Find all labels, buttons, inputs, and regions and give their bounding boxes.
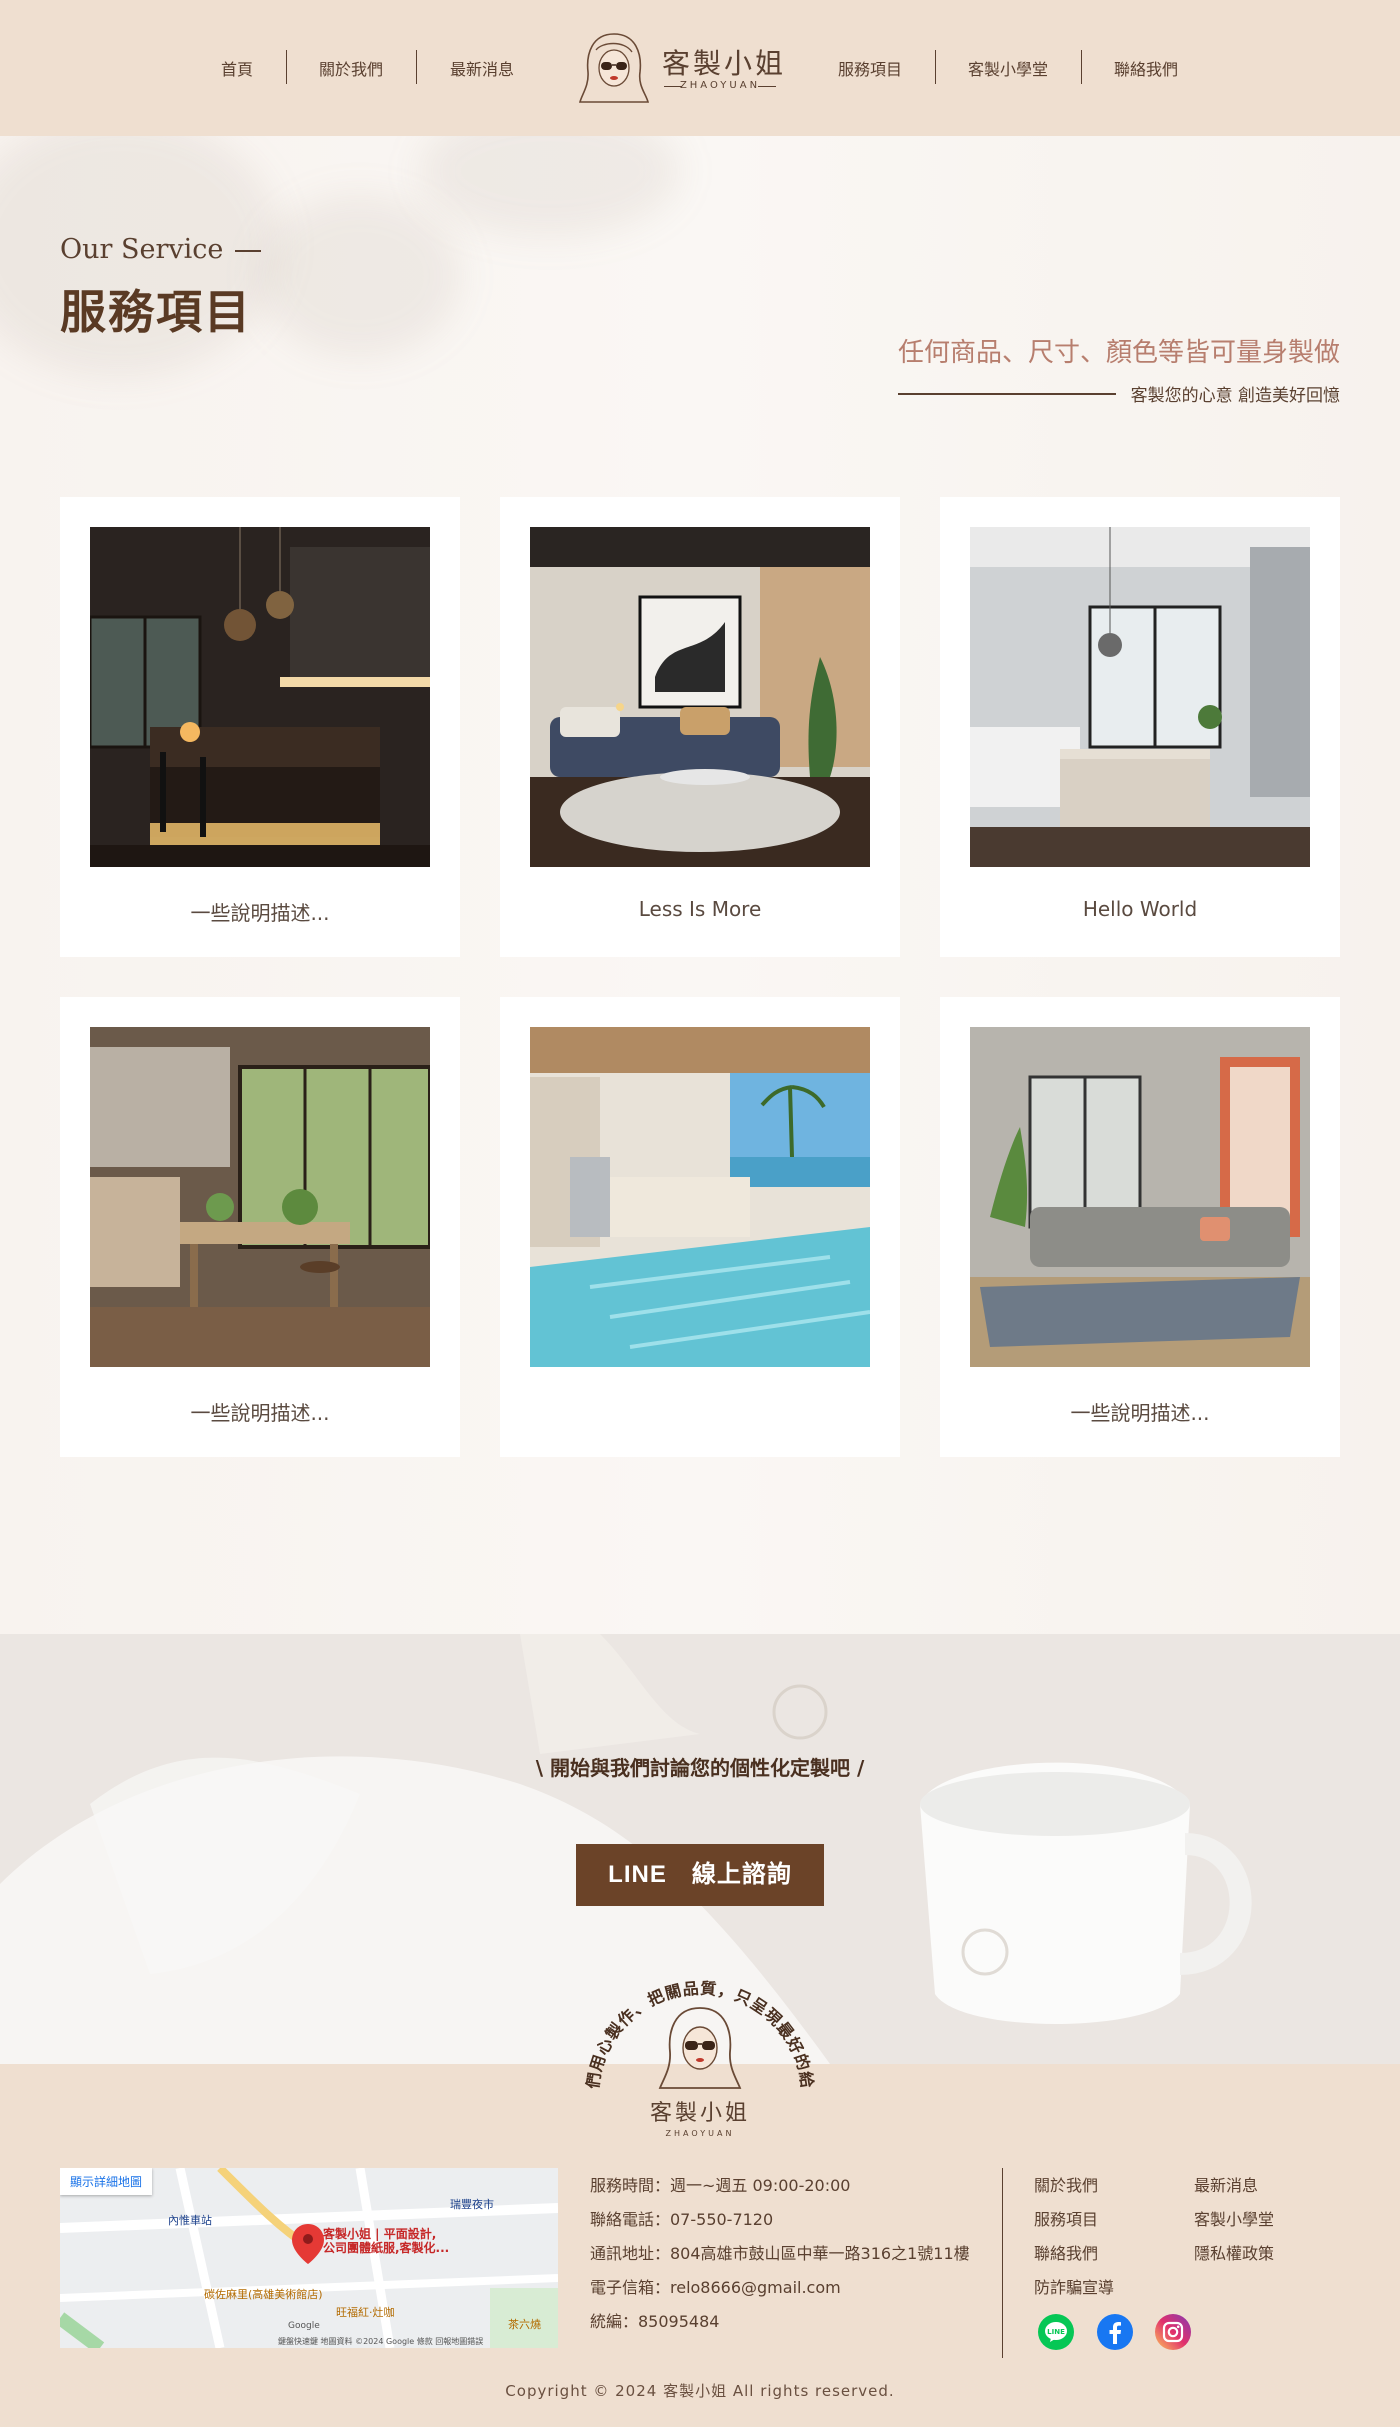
nav-home[interactable]: 首頁 xyxy=(221,56,253,80)
nav-contact[interactable]: 聯絡我們 xyxy=(1114,56,1178,80)
copyright: Copyright © 2024 客製小姐 All rights reserve… xyxy=(505,2382,895,2400)
logo-lady-icon xyxy=(578,33,650,103)
service-card[interactable]: Less Is More xyxy=(500,497,900,957)
nav-news[interactable]: 最新消息 xyxy=(450,56,514,80)
badge-arc-text: 我們用心製作、把關品質，只呈現最好的給你 xyxy=(570,1956,817,2091)
svg-text:內惟車站: 內惟車站 xyxy=(168,2213,212,2227)
instagram-icon[interactable] xyxy=(1155,2314,1191,2350)
card-caption: Hello World xyxy=(1082,897,1198,921)
rustic-kitchen-photo xyxy=(90,1027,430,1367)
svg-text:客製小姐 | 平面設計,: 客製小姐 | 平面設計, xyxy=(322,2226,436,2241)
section-tagline: 任何商品、尺寸、顏色等皆可量身製做 xyxy=(897,338,1340,368)
footer-link-about[interactable]: 關於我們 xyxy=(1034,2172,1098,2196)
site-footer: 我們用心製作、把關品質，只呈現最好的給你 客製小姐 ZHAOYUAN 客製小姐 … xyxy=(0,1941,1400,2427)
footer-divider xyxy=(1002,2168,1003,2358)
info-hours: 服務時間：週一~週五 09:00-20:00 xyxy=(590,2176,851,2195)
svg-text:ZHAOYUAN: ZHAOYUAN xyxy=(666,2129,735,2138)
map-detail-button[interactable]: 顯示詳細地圖 xyxy=(60,2168,153,2195)
leaf-shadow xyxy=(260,196,460,356)
living-room-photo xyxy=(530,527,870,867)
modern-kitchen-photo xyxy=(970,527,1310,867)
service-card[interactable]: 一些說明描述... xyxy=(60,497,460,957)
logo-name: 客製小姐 xyxy=(662,47,787,80)
service-card[interactable] xyxy=(500,997,900,1457)
footer-link-news[interactable]: 最新消息 xyxy=(1194,2172,1258,2196)
site-header: 首頁 關於我們 最新消息 客製小姐 ZHAOYUAN 服務項目 客製小學堂 聯絡… xyxy=(0,0,1400,136)
nav-divider xyxy=(416,50,417,84)
svg-text:客製小姐: 客製小姐 xyxy=(650,2101,750,2126)
info-address: 通訊地址：804高雄市鼓山區中華一路316之1號11樓 xyxy=(590,2244,970,2263)
card-caption: 一些說明描述... xyxy=(190,1401,330,1425)
nav-divider xyxy=(286,50,287,84)
service-card[interactable]: 一些說明描述... xyxy=(940,997,1340,1457)
svg-text:LINE: LINE xyxy=(1047,2328,1065,2336)
site-logo[interactable]: 客製小姐 ZHAOYUAN xyxy=(574,28,783,106)
service-card[interactable]: Hello World xyxy=(940,497,1340,957)
section-tagline-sub: 客製您的心意 創造美好回憶 xyxy=(1130,386,1340,406)
cta-heading: \ 開始與我們討論您的個性化定製吧 / xyxy=(535,1756,865,1780)
svg-text:瑞豐夜市: 瑞豐夜市 xyxy=(450,2197,494,2211)
svg-text:Google: Google xyxy=(288,2321,320,2331)
svg-text:旺福紅·灶咖: 旺福紅·灶咖 xyxy=(336,2305,395,2319)
section-english-title: Our Service xyxy=(60,234,261,265)
svg-text:鍵盤快速鍵 地圖資料 ©2024 Google 條款: 鍵盤快速鍵 地圖資料 ©2024 Google 條款 回報地圖錯誤 xyxy=(278,2336,483,2346)
page-title: 服務項目 xyxy=(60,285,252,339)
card-caption: 一些說明描述... xyxy=(1070,1401,1210,1425)
line-consult-button[interactable]: LINE 線上諮詢 xyxy=(576,1844,824,1906)
map-image: 客製小姐 | 平面設計, 公司團體紙服,客製化... 內惟車站 瑞豐夜市 旺福紅… xyxy=(60,2168,558,2348)
info-email: 電子信箱：relo8666@gmail.com xyxy=(590,2278,841,2297)
nav-academy[interactable]: 客製小學堂 xyxy=(968,56,1048,80)
lounge-photo xyxy=(970,1027,1310,1367)
svg-text:公司團體紙服,客製化...: 公司團體紙服,客製化... xyxy=(323,2240,449,2255)
info-tax-id: 統編：85095484 xyxy=(590,2312,720,2331)
facebook-icon[interactable] xyxy=(1097,2314,1133,2350)
pool-kitchen-photo xyxy=(530,1027,870,1367)
leaf-shadow xyxy=(420,136,680,236)
footer-logo-badge: 我們用心製作、把關品質，只呈現最好的給你 客製小姐 ZHAOYUAN xyxy=(560,1941,830,2206)
nav-divider xyxy=(1081,50,1082,84)
footer-link-services[interactable]: 服務項目 xyxy=(1034,2206,1098,2230)
footer-link-privacy[interactable]: 隱私權政策 xyxy=(1194,2240,1274,2264)
footer-link-academy[interactable]: 客製小學堂 xyxy=(1194,2206,1274,2230)
tagline-divider xyxy=(898,393,1116,395)
svg-text:茶六燒: 茶六燒 xyxy=(508,2317,541,2331)
footer-link-anti-fraud[interactable]: 防詐騙宣導 xyxy=(1034,2274,1114,2298)
info-phone: 聯絡電話：07-550-7120 xyxy=(590,2210,774,2229)
logo-subtitle: ZHAOYUAN xyxy=(664,80,776,91)
footer-link-contact[interactable]: 聯絡我們 xyxy=(1034,2240,1098,2264)
line-icon[interactable]: LINE xyxy=(1038,2314,1074,2350)
nav-services[interactable]: 服務項目 xyxy=(838,56,902,80)
card-caption: Less Is More xyxy=(638,897,762,921)
nav-about[interactable]: 關於我們 xyxy=(319,56,383,80)
nav-divider xyxy=(935,50,936,84)
card-caption: 一些說明描述... xyxy=(190,901,330,925)
service-card[interactable]: 一些說明描述... xyxy=(60,997,460,1457)
dark-kitchen-photo xyxy=(90,527,430,867)
services-section: Our Service 服務項目 任何商品、尺寸、顏色等皆可量身製做 客製您的心… xyxy=(0,136,1400,1634)
svg-text:碳佐麻里(高雄美術館店): 碳佐麻里(高雄美術館店) xyxy=(204,2287,323,2301)
google-map[interactable]: 客製小姐 | 平面設計, 公司團體紙服,客製化... 內惟車站 瑞豐夜市 旺福紅… xyxy=(60,2168,558,2348)
